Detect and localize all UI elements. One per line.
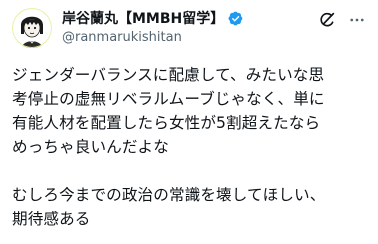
author-info: 岸谷蘭丸【MMBH留学】 @ranmarukishitan [62, 8, 316, 45]
tweet-card: 岸谷蘭丸【MMBH留学】 @ranmarukishitan ジェンダーバランスに… [0, 0, 378, 244]
tweet-header: 岸谷蘭丸【MMBH留学】 @ranmarukishitan [12, 8, 368, 56]
more-horizontal-icon [350, 18, 364, 22]
tweet-text-line: ジェンダーバランスに配慮して、みたいな思 [12, 66, 325, 84]
author-display-name[interactable]: 岸谷蘭丸【MMBH留学】 [62, 8, 224, 28]
tweet-text-line: 期待感ある [12, 210, 91, 228]
tweet-text-line: めっちゃ良いんだよな [12, 138, 169, 156]
name-row: 岸谷蘭丸【MMBH留学】 [62, 8, 316, 28]
author-handle[interactable]: @ranmarukishitan [62, 30, 316, 45]
tweet-text: ジェンダーバランスに配慮して、みたいな思 考停止の虚無リベラルムーブじゃなく、単… [12, 63, 370, 231]
tweet-text-line: 有能人材を配置したら女性が5割超えたなら [12, 114, 321, 132]
tweet-text-line: むしろ今までの政治の常識を壊してほしい、 [12, 186, 326, 204]
grok-button[interactable] [316, 9, 338, 31]
grok-icon [320, 12, 335, 27]
verified-badge-icon [227, 10, 244, 27]
avatar[interactable] [12, 8, 52, 48]
tweet-text-line: 考停止の虚無リベラルムーブじゃなく、単に [12, 90, 325, 108]
avatar-illustration-icon [12, 8, 52, 48]
header-actions [316, 9, 368, 31]
more-options-button[interactable] [346, 9, 368, 31]
